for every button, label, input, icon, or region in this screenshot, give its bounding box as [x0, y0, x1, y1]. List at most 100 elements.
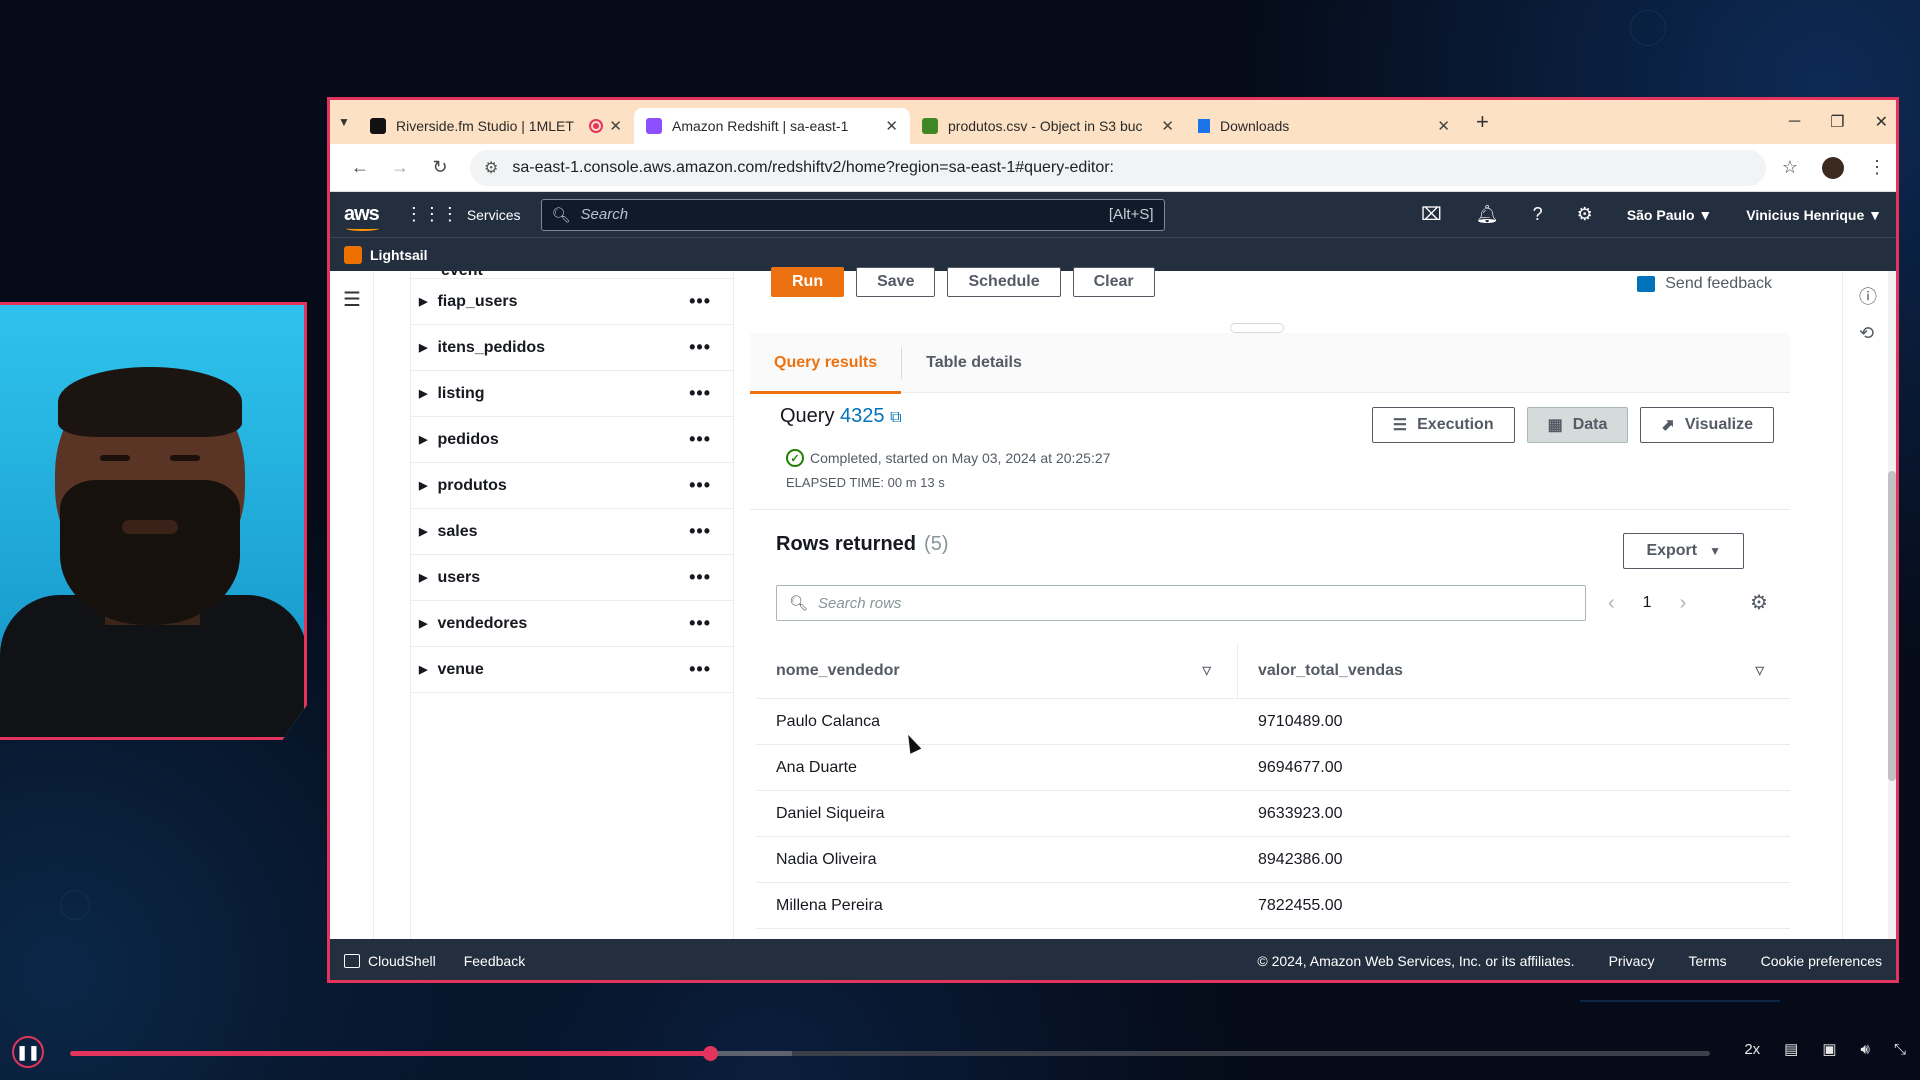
tab-search-chevron-icon[interactable]: ▼: [330, 100, 358, 144]
tree-item-fiap-users[interactable]: ▶ fiap_users •••: [411, 279, 733, 325]
tree-item-pedidos[interactable]: ▶ pedidos •••: [411, 417, 733, 463]
progress-knob[interactable]: [702, 1046, 718, 1061]
visualize-button[interactable]: ⬈ Visualize: [1640, 407, 1774, 443]
aws-search-input[interactable]: 🔍︎ Search [Alt+S]: [540, 198, 1165, 231]
more-actions-icon[interactable]: •••: [689, 383, 711, 404]
expand-arrow-icon[interactable]: ▶: [419, 479, 427, 492]
execution-button[interactable]: ☰ Execution: [1371, 407, 1515, 443]
forward-icon[interactable]: →: [380, 157, 420, 178]
column-header-valor-total-vendas[interactable]: valor_total_vendas ▽: [1238, 643, 1790, 699]
more-actions-icon[interactable]: •••: [689, 521, 711, 542]
close-tab-icon[interactable]: ✕: [1161, 117, 1174, 135]
tree-item-vendedores[interactable]: ▶ vendedores •••: [411, 601, 733, 647]
expand-arrow-icon[interactable]: ▶: [419, 525, 427, 538]
services-menu[interactable]: ⋮⋮⋮ Services: [405, 204, 521, 225]
info-icon[interactable]: ⓘ: [1859, 283, 1877, 309]
page-scrollbar[interactable]: [1888, 271, 1896, 939]
minimize-icon[interactable]: ─: [1789, 113, 1800, 131]
cloudshell-footer-button[interactable]: CloudShell: [344, 953, 436, 969]
tree-item-itens-pedidos[interactable]: ▶ itens_pedidos •••: [411, 325, 733, 371]
region-selector[interactable]: São Paulo ▼: [1627, 207, 1712, 223]
current-page[interactable]: 1: [1643, 594, 1652, 612]
settings-gear-icon[interactable]: ⚙: [1577, 204, 1593, 225]
next-page-icon[interactable]: ›: [1680, 592, 1687, 615]
footer-feedback-link[interactable]: Feedback: [464, 953, 525, 969]
close-tab-icon[interactable]: ✕: [1437, 117, 1450, 135]
account-menu[interactable]: Vinicius Henrique ▼: [1746, 207, 1882, 223]
table-row[interactable]: Nadia Oliveira 8942386.00: [756, 837, 1790, 883]
aws-logo[interactable]: aws: [344, 203, 380, 231]
playback-speed-button[interactable]: 2x: [1744, 1041, 1760, 1058]
tree-item-partial[interactable]: event: [411, 271, 733, 279]
more-actions-icon[interactable]: •••: [689, 429, 711, 450]
tree-item-produtos[interactable]: ▶ produtos •••: [411, 463, 733, 509]
history-icon[interactable]: ⟲: [1859, 323, 1874, 344]
new-tab-icon[interactable]: +: [1476, 109, 1489, 135]
send-feedback-link[interactable]: Send feedback: [1637, 275, 1772, 293]
expand-arrow-icon[interactable]: ▶: [419, 433, 427, 446]
more-actions-icon[interactable]: •••: [689, 613, 711, 634]
help-icon[interactable]: ?: [1533, 204, 1543, 225]
restore-icon[interactable]: ❐: [1830, 112, 1844, 132]
export-button[interactable]: Export ▼: [1623, 533, 1744, 569]
sort-caret-icon[interactable]: ▽: [1203, 664, 1211, 677]
cloudshell-icon[interactable]: ⌧: [1421, 204, 1442, 225]
url-field[interactable]: ⚙ sa-east-1.console.aws.amazon.com/redsh…: [470, 149, 1766, 186]
fullscreen-exit-icon[interactable]: ⤡: [1894, 1041, 1906, 1058]
tree-item-users[interactable]: ▶ users •••: [411, 555, 733, 601]
back-icon[interactable]: ←: [340, 157, 380, 178]
close-tab-icon[interactable]: ✕: [609, 117, 622, 135]
tab-redshift[interactable]: Amazon Redshift | sa-east-1 ✕: [634, 108, 910, 144]
more-actions-icon[interactable]: •••: [689, 659, 711, 680]
more-actions-icon[interactable]: •••: [689, 291, 711, 312]
save-button[interactable]: Save: [856, 267, 936, 297]
more-actions-icon[interactable]: •••: [689, 475, 711, 496]
tab-table-details[interactable]: Table details: [902, 333, 1046, 393]
query-id-link[interactable]: 4325: [840, 405, 885, 427]
prev-page-icon[interactable]: ‹: [1608, 592, 1615, 615]
scrollbar-thumb[interactable]: [1888, 471, 1896, 781]
sort-caret-icon[interactable]: ▽: [1756, 664, 1764, 677]
table-settings-gear-icon[interactable]: ⚙: [1750, 590, 1768, 615]
close-window-icon[interactable]: ✕: [1875, 112, 1888, 132]
site-settings-icon[interactable]: ⚙: [484, 158, 498, 178]
expand-arrow-icon[interactable]: ▶: [419, 571, 427, 584]
browser-menu-icon[interactable]: ⋮: [1868, 157, 1886, 178]
tree-item-venue[interactable]: ▶ venue •••: [411, 647, 733, 693]
data-button[interactable]: ▦ Data: [1526, 407, 1629, 443]
tree-item-listing[interactable]: ▶ listing •••: [411, 371, 733, 417]
expand-arrow-icon[interactable]: ▶: [419, 617, 427, 630]
captions-icon[interactable]: ▤: [1784, 1040, 1798, 1058]
external-link-icon[interactable]: ⧉: [890, 409, 901, 426]
cookie-preferences-link[interactable]: Cookie preferences: [1761, 953, 1882, 969]
schedule-button[interactable]: Schedule: [947, 267, 1061, 297]
tab-s3-object[interactable]: produtos.csv - Object in S3 buc ✕: [910, 108, 1186, 144]
run-button[interactable]: Run: [771, 267, 845, 297]
tab-query-results[interactable]: Query results: [750, 333, 902, 394]
expand-arrow-icon[interactable]: ▶: [419, 341, 427, 354]
expand-arrow-icon[interactable]: ▶: [419, 663, 427, 676]
search-rows-input[interactable]: 🔍︎ Search rows: [776, 585, 1586, 621]
column-header-nome-vendedor[interactable]: nome_vendedor ▽: [756, 642, 1238, 699]
expand-arrow-icon[interactable]: ▶: [419, 295, 427, 308]
volume-icon[interactable]: 🔊︎: [1861, 1041, 1870, 1058]
expand-arrow-icon[interactable]: ▶: [419, 387, 427, 400]
privacy-link[interactable]: Privacy: [1609, 953, 1655, 969]
notifications-bell-icon[interactable]: 🔔︎: [1476, 204, 1499, 225]
profile-avatar[interactable]: [1822, 156, 1844, 179]
tab-downloads[interactable]: Downloads ✕: [1186, 108, 1462, 144]
table-row[interactable]: Daniel Siqueira 9633923.00: [756, 791, 1790, 837]
tree-item-sales[interactable]: ▶ sales •••: [411, 509, 733, 555]
pause-icon[interactable]: ❚❚: [12, 1036, 44, 1068]
more-actions-icon[interactable]: •••: [689, 567, 711, 588]
progress-track[interactable]: [70, 1046, 1710, 1061]
panel-resize-handle[interactable]: [1230, 323, 1284, 333]
favorite-lightsail[interactable]: Lightsail: [370, 247, 428, 263]
tab-riverside[interactable]: Riverside.fm Studio | 1MLET ✕: [358, 108, 634, 144]
clear-button[interactable]: Clear: [1072, 267, 1155, 297]
close-tab-icon[interactable]: ✕: [885, 117, 898, 135]
hamburger-menu-icon[interactable]: ☰: [343, 287, 361, 312]
bookmark-star-icon[interactable]: ☆: [1782, 157, 1798, 178]
table-row[interactable]: Millena Pereira 7822455.00: [756, 883, 1790, 929]
reload-icon[interactable]: ↻: [420, 157, 460, 178]
